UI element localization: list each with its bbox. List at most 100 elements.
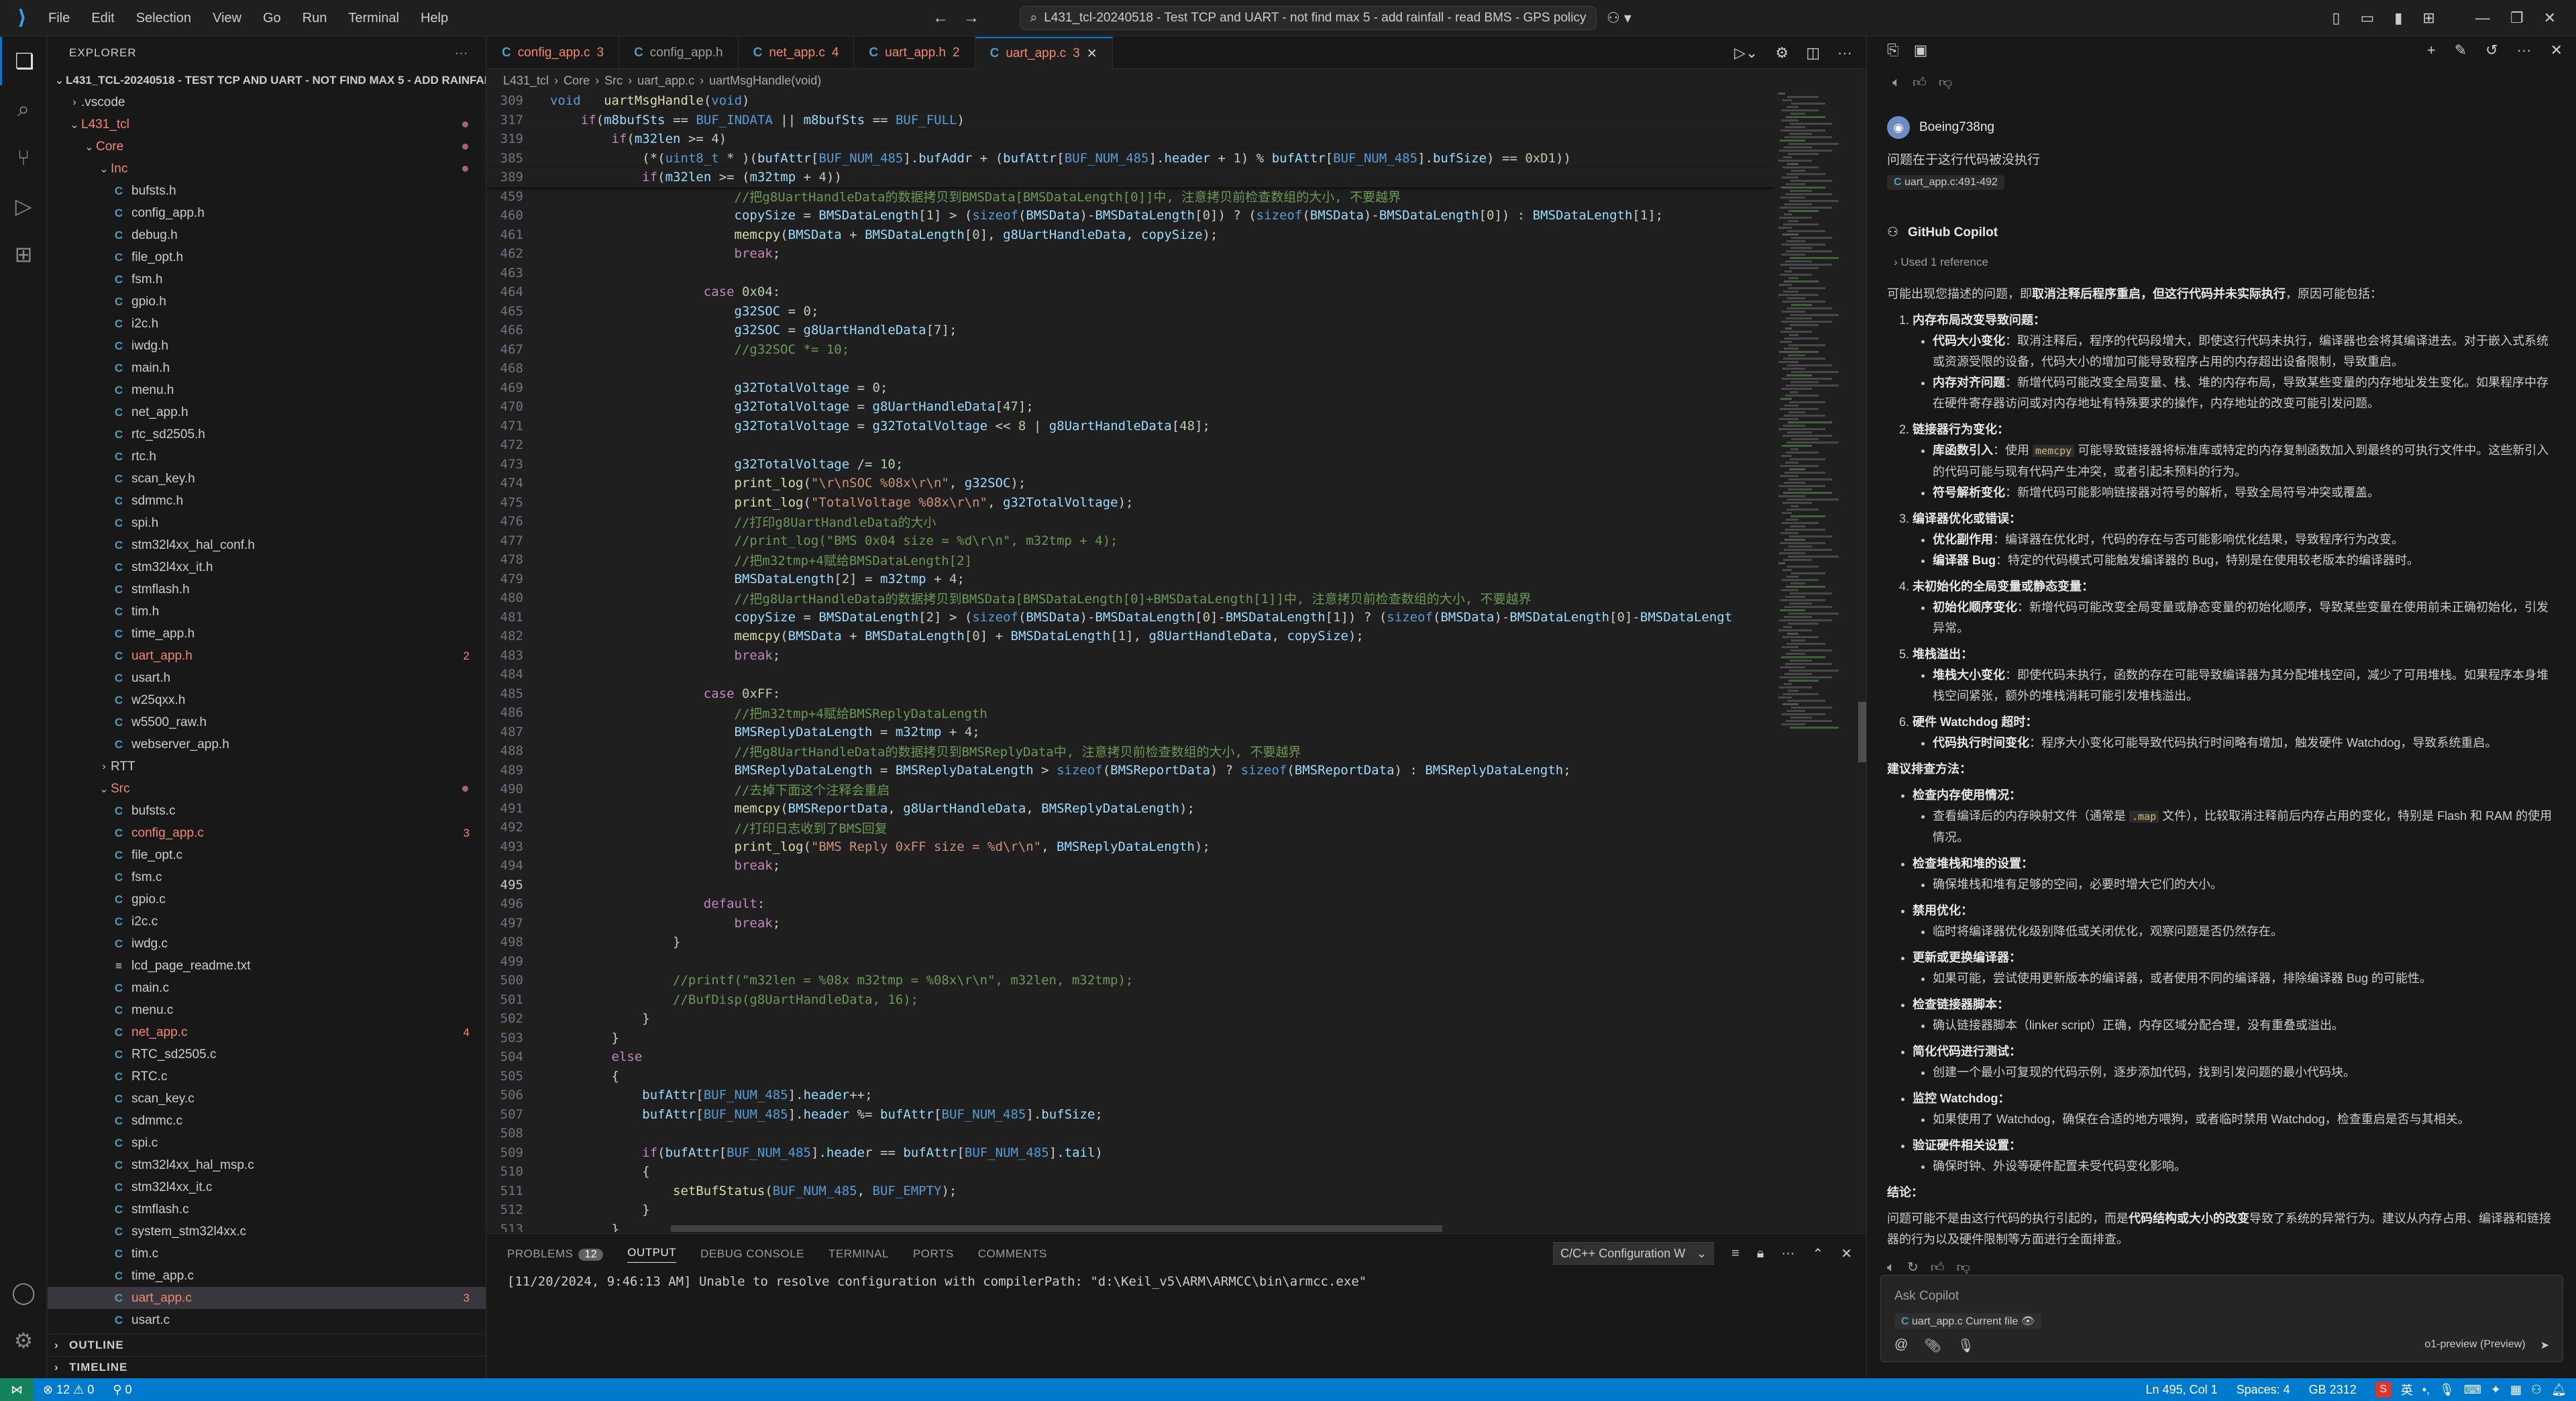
code-line[interactable]: 459 //把g8UartHandleData的数据拷贝到BMSData[BMS… <box>487 187 1775 207</box>
panel-tab-comments[interactable]: COMMENTS <box>978 1247 1047 1261</box>
thumbs-up-icon[interactable]: 👍︎ <box>1913 74 1927 91</box>
file-item[interactable]: Ci2c.h <box>48 313 486 335</box>
outline-section[interactable]: › OUTLINE <box>48 1334 486 1356</box>
more-icon[interactable]: ··· <box>1781 1246 1794 1261</box>
punctuation-icon[interactable]: •, <box>2422 1383 2430 1397</box>
folder-item[interactable]: ⌄ Src <box>48 778 486 800</box>
remote-icon[interactable]: ⋈ <box>0 1378 34 1401</box>
extensions-icon[interactable]: ⊞ <box>0 230 47 278</box>
code-line[interactable]: 492 //打印日志收到了BMS回复 <box>487 818 1775 837</box>
code-line[interactable]: 469 g32TotalVoltage = 0; <box>487 378 1775 398</box>
maximize-panel-icon[interactable]: ⌃ <box>1812 1245 1823 1262</box>
file-item[interactable]: Cmain.h <box>48 357 486 379</box>
code-line[interactable]: 472 <box>487 435 1775 455</box>
code-line[interactable]: 474 print_log("\r\nSOC %08x\r\n", g32SOC… <box>487 474 1775 493</box>
code-line[interactable]: 464 case 0x04: <box>487 282 1775 302</box>
menu-edit[interactable]: Edit <box>80 0 125 36</box>
context-file-chip[interactable]: C uart_app.c Current file 👁︎ <box>1894 1313 2042 1329</box>
code-line[interactable]: 501 //BufDisp(g8UartHandleData, 16); <box>487 990 1775 1010</box>
menu-view[interactable]: View <box>202 0 252 36</box>
file-item[interactable]: Ctim.c <box>48 1243 486 1265</box>
timeline-section[interactable]: › TIMELINE <box>48 1356 486 1378</box>
file-item[interactable]: Cgpio.h <box>48 291 486 313</box>
panel-tab-debug-console[interactable]: DEBUG CONSOLE <box>700 1247 804 1261</box>
toggle-panel-icon[interactable]: ▭ <box>2360 9 2374 27</box>
breadcrumb-item[interactable]: uart_app.c <box>637 74 694 88</box>
folder-item[interactable]: ⌄ Inc <box>48 158 486 180</box>
editor-tab[interactable]: Cconfig_app.h <box>619 37 739 69</box>
file-item[interactable]: Cdebug.h <box>48 224 486 246</box>
history-icon[interactable]: ↺ <box>2485 42 2498 59</box>
code-line[interactable]: 476 //打印g8UartHandleData的大小 <box>487 512 1775 531</box>
code-line[interactable]: 508 <box>487 1124 1775 1143</box>
code-line[interactable]: 465 g32SOC = 0; <box>487 302 1775 321</box>
file-item[interactable]: Cscan_key.c <box>48 1088 486 1110</box>
user-reference[interactable]: C uart_app.c:491-492 <box>1887 175 2004 190</box>
file-item[interactable]: Cstm32l4xx_hal_msp.c <box>48 1154 486 1176</box>
toggle-secondary-sidebar-icon[interactable]: ▮ <box>2394 9 2402 27</box>
more-icon[interactable]: ··· <box>1837 44 1852 62</box>
source-control-icon[interactable]: ⑂ <box>0 134 47 182</box>
code-line[interactable]: 486 //把m32tmp+4赋给BMSReplyDataLength <box>487 703 1775 723</box>
file-item[interactable]: Cmenu.h <box>48 379 486 401</box>
code-line[interactable]: 502 } <box>487 1009 1775 1029</box>
close-panel-icon[interactable]: ✕ <box>1841 1245 1852 1262</box>
file-item[interactable]: Cnet_app.c 4 <box>48 1021 486 1043</box>
minimize-icon[interactable]: — <box>2475 9 2490 27</box>
panel-tab-ports[interactable]: PORTS <box>913 1247 954 1261</box>
encoding-status[interactable]: GB 2312 <box>2300 1383 2366 1397</box>
thumbs-down-icon[interactable]: 👎︎ <box>1939 74 1952 91</box>
file-item[interactable]: Cspi.c <box>48 1132 486 1154</box>
code-line[interactable]: 494 break; <box>487 856 1775 876</box>
editor-tab[interactable]: Cconfig_app.c 3 <box>487 37 620 69</box>
file-item[interactable]: Ciwdg.h <box>48 335 486 357</box>
file-item[interactable]: Cnet_app.h <box>48 401 486 423</box>
menu-file[interactable]: File <box>38 0 80 36</box>
back-arrow-icon[interactable]: ← <box>932 9 949 28</box>
file-item[interactable]: Cusart.h <box>48 667 486 689</box>
indentation-status[interactable]: Spaces: 4 <box>2227 1383 2300 1397</box>
new-file-icon[interactable]: ⎘ <box>1887 42 1899 59</box>
file-item[interactable]: C RTC.c <box>48 1066 486 1088</box>
file-item[interactable]: Cstm32l4xx_it.h <box>48 556 486 578</box>
file-item[interactable]: Cw5500_raw.h <box>48 711 486 733</box>
gear-icon[interactable]: ⚙ <box>1775 44 1788 62</box>
skin-icon[interactable]: ✦ <box>2491 1383 2501 1397</box>
microphone-icon[interactable]: 🎙︎ <box>1957 1337 1974 1354</box>
code-line[interactable]: 511 setBufStatus(BUF_NUM_485, BUF_EMPTY)… <box>487 1182 1775 1201</box>
file-item[interactable]: Csdmmc.h <box>48 490 486 512</box>
copilot-status-icon[interactable]: ⚇ <box>2531 1383 2542 1397</box>
code-line[interactable]: 507 bufAttr[BUF_NUM_485].header %= bufAt… <box>487 1105 1775 1125</box>
file-item[interactable]: Ci2c.c <box>48 911 486 933</box>
mention-icon[interactable]: @ <box>1894 1337 1908 1354</box>
menu-run[interactable]: Run <box>292 0 338 36</box>
ime-logo-icon[interactable]: S <box>2375 1382 2392 1398</box>
code-line[interactable]: 481 copySize = BMSDataLength[2] > (sizeo… <box>487 608 1775 627</box>
sticky-scroll-line[interactable]: 385 (*(uint8_t * )(bufAttr[BUF_NUM_485].… <box>487 148 1775 168</box>
file-item[interactable]: Cgpio.c <box>48 888 486 911</box>
breadcrumb-item[interactable]: L431_tcl <box>503 74 549 88</box>
file-item[interactable]: Ctim.h <box>48 601 486 623</box>
keyboard-icon[interactable]: ⌨ <box>2464 1383 2481 1397</box>
account-icon[interactable]: ◯ <box>0 1268 47 1316</box>
file-item[interactable]: Cstmflash.h <box>48 578 486 601</box>
restore-icon[interactable]: ❐ <box>2510 9 2524 27</box>
file-item[interactable]: Csystem_stm32l4xx.c <box>48 1221 486 1243</box>
code-line[interactable]: 467 //g32SOC *= 10; <box>487 340 1775 360</box>
code-editor[interactable]: 309 void uartMsgHandle(void) 317 if(m8bufS… <box>487 91 1775 1232</box>
code-line[interactable]: 498 } <box>487 933 1775 952</box>
cursor-position[interactable]: Ln 495, Col 1 <box>2137 1383 2227 1397</box>
close-chat-icon[interactable]: ✕ <box>2551 42 2563 59</box>
horizontal-scrollbar[interactable] <box>671 1225 1442 1232</box>
file-item[interactable]: Cstm32l4xx_it.c <box>48 1176 486 1198</box>
code-line[interactable]: 466 g32SOC = g8UartHandleData[7]; <box>487 321 1775 340</box>
editor-tab[interactable]: Cuart_app.h 2 <box>854 37 975 69</box>
file-item[interactable]: Cconfig_app.h <box>48 202 486 224</box>
code-line[interactable]: 473 g32TotalVoltage /= 10; <box>487 455 1775 474</box>
file-item[interactable]: Cbufsts.c <box>48 800 486 822</box>
file-item[interactable]: Cmenu.c <box>48 999 486 1021</box>
search-view-icon[interactable]: ⌕ <box>0 85 47 134</box>
file-item[interactable]: Ctime_app.c <box>48 1265 486 1287</box>
sticky-scroll-line[interactable]: 389 if(m32len >= (m32tmp + 4)) <box>487 168 1775 187</box>
folder-item[interactable]: ⌄ L431_tcl <box>48 113 486 136</box>
